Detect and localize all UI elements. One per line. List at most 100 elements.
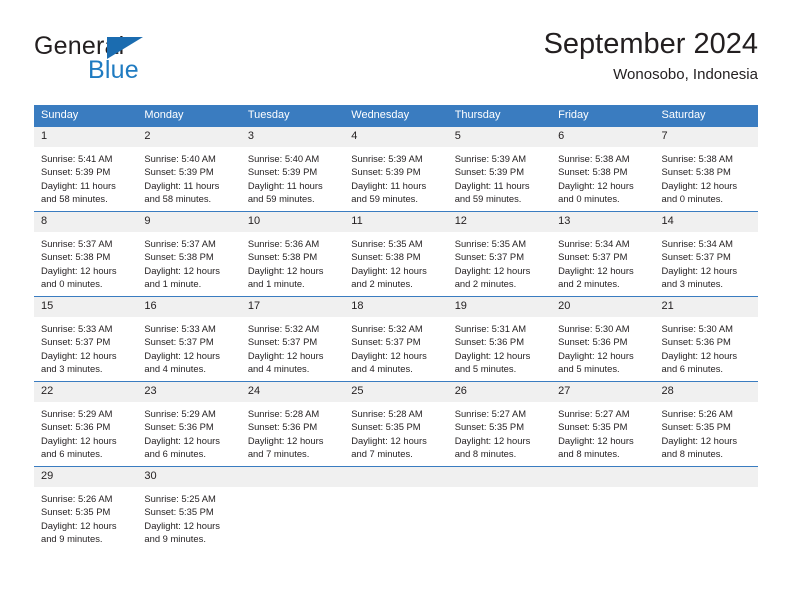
weekday-header-tuesday: Tuesday	[240, 105, 345, 127]
daylight-text-line1: Daylight: 11 hours	[41, 179, 116, 191]
daylight-text-line2: and 59 minutes.	[351, 193, 418, 205]
daylight-text-line2: and 8 minutes.	[558, 448, 620, 460]
daylight-text-line1: Daylight: 12 hours	[454, 349, 531, 361]
day-cell[interactable]: 23 Sunrise: 5:29 AM Sunset: 5:36 PM Dayligh…	[137, 381, 241, 467]
sunrise-text: Sunrise: 5:26 AM	[41, 493, 113, 504]
day-cell[interactable]: 15 Sunrise: 5:33 AM Sunset: 5:37 PM Dayligh…	[34, 296, 138, 382]
daylight-text-line1: Daylight: 12 hours	[41, 434, 117, 446]
day-cell[interactable]: 3 Sunrise: 5:40 AM Sunset: 5:39 PM Daylight…	[240, 126, 345, 212]
day-number: 21	[654, 297, 758, 317]
sunrise-text: Sunrise: 5:28 AM	[351, 408, 423, 419]
daylight-text-line2: and 58 minutes.	[144, 193, 212, 205]
daylight-text-line2: and 1 minute.	[144, 278, 202, 290]
daylight-text-line2: and 3 minutes.	[661, 278, 724, 290]
weekday-header-sunday: Sunday	[34, 105, 138, 127]
day-cell[interactable]: 16 Sunrise: 5:33 AM Sunset: 5:37 PM Dayligh…	[137, 296, 241, 382]
day-cell[interactable]: 9 Sunrise: 5:37 AM Sunset: 5:38 PM Daylight…	[137, 211, 241, 297]
daylight-text-line2: and 7 minutes.	[247, 448, 310, 460]
sunrise-text: Sunrise: 5:38 AM	[558, 153, 630, 164]
day-number	[240, 467, 345, 487]
day-number: 2	[137, 127, 241, 147]
day-cell[interactable]: 27 Sunrise: 5:27 AM Sunset: 5:35 PM Dayligh…	[551, 381, 655, 467]
day-cell[interactable]: 5 Sunrise: 5:39 AM Sunset: 5:39 PM Daylight…	[447, 126, 552, 212]
day-cell[interactable]: 22 Sunrise: 5:29 AM Sunset: 5:36 PM Dayligh…	[34, 381, 138, 467]
day-cell[interactable]: 29 Sunrise: 5:26 AM Sunset: 5:35 PM Dayligh…	[34, 466, 138, 551]
day-details: Sunrise: 5:30 AM Sunset: 5:36 PM Daylight:…	[655, 317, 758, 376]
day-cell[interactable]: 14 Sunrise: 5:34 AM Sunset: 5:37 PM Dayligh…	[654, 211, 758, 297]
day-cell[interactable]: 1 Sunrise: 5:41 AM Sunset: 5:39 PM Daylight…	[34, 126, 138, 212]
day-cell[interactable]: 24 Sunrise: 5:28 AM Sunset: 5:36 PM Dayligh…	[240, 381, 345, 467]
day-cell[interactable]: 26 Sunrise: 5:27 AM Sunset: 5:35 PM Dayligh…	[447, 381, 552, 467]
day-cell-empty	[654, 466, 758, 551]
day-cell[interactable]: 10 Sunrise: 5:36 AM Sunset: 5:38 PM Dayligh…	[240, 211, 345, 297]
sunset-text: Sunset: 5:36 PM	[454, 336, 524, 348]
day-details: Sunrise: 5:28 AM Sunset: 5:36 PM Daylight:…	[241, 402, 344, 461]
day-number: 7	[654, 127, 758, 147]
day-cell[interactable]: 20 Sunrise: 5:30 AM Sunset: 5:36 PM Dayligh…	[551, 296, 655, 382]
day-cell[interactable]: 21 Sunrise: 5:30 AM Sunset: 5:36 PM Dayligh…	[654, 296, 758, 382]
calendar-table: Sunday Monday Tuesday Wednesday Thursday…	[34, 105, 758, 551]
day-details: Sunrise: 5:40 AM Sunset: 5:39 PM Daylight:…	[137, 147, 240, 206]
sunrise-text: Sunrise: 5:41 AM	[41, 153, 113, 164]
daylight-text-line1: Daylight: 12 hours	[661, 434, 738, 446]
sunrise-text: Sunrise: 5:32 AM	[247, 323, 320, 334]
sunrise-text: Sunrise: 5:27 AM	[558, 408, 630, 419]
day-cell[interactable]: 11 Sunrise: 5:35 AM Sunset: 5:38 PM Dayligh…	[344, 211, 448, 297]
sunset-text: Sunset: 5:39 PM	[351, 166, 421, 178]
calendar-body: 1 Sunrise: 5:41 AM Sunset: 5:39 PM Daylight…	[34, 126, 758, 551]
sunset-text: Sunset: 5:38 PM	[558, 166, 628, 178]
day-cell[interactable]: 4 Sunrise: 5:39 AM Sunset: 5:39 PM Daylight…	[344, 126, 448, 212]
day-cell[interactable]: 8 Sunrise: 5:37 AM Sunset: 5:38 PM Daylight…	[34, 211, 138, 297]
sunrise-text: Sunrise: 5:30 AM	[558, 323, 630, 334]
calendar-week-row: 29 Sunrise: 5:26 AM Sunset: 5:35 PM Dayligh…	[34, 466, 758, 551]
daylight-text-line2: and 4 minutes.	[247, 363, 310, 375]
daylight-text-line2: and 8 minutes.	[661, 448, 724, 460]
day-details: Sunrise: 5:29 AM Sunset: 5:36 PM Daylight:…	[137, 402, 240, 461]
day-cell[interactable]: 12 Sunrise: 5:35 AM Sunset: 5:37 PM Dayligh…	[447, 211, 552, 297]
day-number: 20	[551, 297, 655, 317]
day-cell[interactable]: 19 Sunrise: 5:31 AM Sunset: 5:36 PM Dayligh…	[447, 296, 552, 382]
sunrise-text: Sunrise: 5:35 AM	[454, 238, 527, 249]
brand-logo[interactable]: General Blue	[34, 32, 244, 90]
day-cell[interactable]: 6 Sunrise: 5:38 AM Sunset: 5:38 PM Daylight…	[551, 126, 655, 212]
sunset-text: Sunset: 5:35 PM	[144, 506, 214, 518]
daylight-text-line2: and 0 minutes.	[558, 193, 620, 205]
daylight-text-line2: and 4 minutes.	[144, 363, 206, 375]
day-details: Sunrise: 5:33 AM Sunset: 5:37 PM Daylight:…	[34, 317, 137, 376]
day-cell[interactable]: 28 Sunrise: 5:26 AM Sunset: 5:35 PM Dayligh…	[654, 381, 758, 467]
day-details: Sunrise: 5:28 AM Sunset: 5:35 PM Daylight:…	[344, 402, 447, 461]
day-cell-empty	[551, 466, 655, 551]
calendar-week-row: 1 Sunrise: 5:41 AM Sunset: 5:39 PM Daylight…	[34, 126, 758, 212]
sunrise-text: Sunrise: 5:31 AM	[454, 323, 527, 334]
day-cell[interactable]: 30 Sunrise: 5:25 AM Sunset: 5:35 PM Dayligh…	[137, 466, 241, 551]
sunrise-text: Sunrise: 5:33 AM	[144, 323, 216, 334]
daylight-text-line2: and 2 minutes.	[351, 278, 413, 290]
day-cell[interactable]: 13 Sunrise: 5:34 AM Sunset: 5:37 PM Dayligh…	[551, 211, 655, 297]
sunset-text: Sunset: 5:36 PM	[41, 421, 111, 433]
day-cell-empty	[344, 466, 448, 551]
day-cell[interactable]: 18 Sunrise: 5:32 AM Sunset: 5:37 PM Dayligh…	[344, 296, 448, 382]
day-number: 28	[654, 382, 758, 402]
sunset-text: Sunset: 5:38 PM	[41, 251, 111, 263]
calendar-week-row: 15 Sunrise: 5:33 AM Sunset: 5:37 PM Dayligh…	[34, 296, 758, 382]
calendar-page: General Blue September 2024 Wonosobo, In…	[0, 0, 792, 612]
sunset-text: Sunset: 5:37 PM	[247, 336, 318, 348]
sunrise-text: Sunrise: 5:37 AM	[41, 238, 113, 249]
daylight-text-line1: Daylight: 12 hours	[144, 434, 220, 446]
daylight-text-line1: Daylight: 12 hours	[41, 519, 117, 531]
day-cell[interactable]: 2 Sunrise: 5:40 AM Sunset: 5:39 PM Daylight…	[137, 126, 241, 212]
sunrise-text: Sunrise: 5:35 AM	[351, 238, 423, 249]
daylight-text-line1: Daylight: 12 hours	[558, 434, 634, 446]
daylight-text-line2: and 8 minutes.	[454, 448, 517, 460]
sunset-text: Sunset: 5:37 PM	[454, 251, 524, 263]
sunrise-text: Sunrise: 5:34 AM	[661, 238, 733, 249]
day-number: 29	[34, 467, 138, 487]
day-cell[interactable]: 17 Sunrise: 5:32 AM Sunset: 5:37 PM Dayligh…	[240, 296, 345, 382]
daylight-text-line1: Daylight: 12 hours	[558, 349, 634, 361]
day-cell[interactable]: 7 Sunrise: 5:38 AM Sunset: 5:38 PM Daylight…	[654, 126, 758, 212]
day-number: 10	[240, 212, 345, 232]
day-cell[interactable]: 25 Sunrise: 5:28 AM Sunset: 5:35 PM Dayligh…	[344, 381, 448, 467]
weekday-header-saturday: Saturday	[654, 105, 758, 127]
day-number: 30	[137, 467, 241, 487]
daylight-text-line1: Daylight: 12 hours	[247, 349, 324, 361]
